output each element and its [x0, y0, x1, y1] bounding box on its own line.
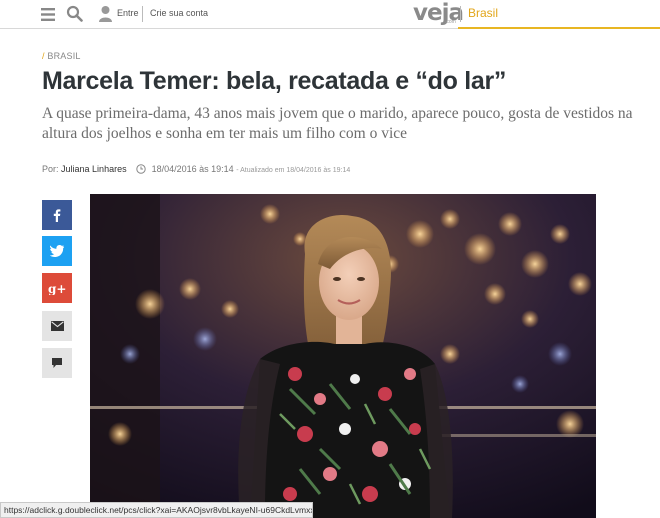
share-email-button[interactable] [42, 311, 72, 341]
publish-date: 18/04/2016 às 19:14 [151, 164, 234, 174]
mail-icon [50, 321, 64, 331]
section-tag-label: BRASIL [47, 51, 81, 61]
section-link-brasil[interactable]: Brasil [468, 6, 498, 20]
comments-button[interactable] [42, 348, 72, 378]
section-tag[interactable]: / BRASIL [42, 51, 81, 61]
photo-illustration [90, 194, 596, 518]
author-name[interactable]: Juliana Linhares [61, 164, 127, 174]
status-bar-url: https://adclick.g.doubleclick.net/pcs/cl… [0, 502, 313, 518]
byline: Por: Juliana Linhares 18/04/2016 às 19:1… [42, 164, 350, 174]
clock-icon [136, 164, 146, 174]
divider [460, 6, 461, 22]
share-google-plus-button[interactable]: g+ [42, 273, 72, 303]
share-facebook-button[interactable] [42, 200, 72, 230]
accent-underline [458, 27, 660, 29]
top-bar: Entre Crie sua conta veja .com Brasil [0, 0, 660, 29]
share-twitter-button[interactable] [42, 236, 72, 266]
signup-link[interactable]: Crie sua conta [150, 8, 208, 18]
updated-date: - Atualizado em 18/04/2016 às 19:14 [236, 167, 351, 174]
comment-icon [52, 358, 62, 368]
menu-icon[interactable] [40, 6, 57, 23]
article-headline: Marcela Temer: bela, recatada e “do lar” [42, 67, 507, 95]
search-icon[interactable] [66, 5, 83, 23]
byline-prefix: Por: [42, 164, 59, 174]
login-link[interactable]: Entre [117, 8, 139, 18]
google-plus-icon: g+ [48, 282, 66, 295]
article-photo [90, 194, 596, 518]
divider [142, 6, 143, 22]
user-icon [99, 6, 112, 22]
logo-suffix: .com [445, 19, 456, 25]
svg-text:g+: g+ [48, 282, 66, 295]
facebook-icon [53, 209, 61, 222]
article-subtitle: A quase primeira-dama, 43 anos mais jove… [42, 105, 633, 142]
twitter-icon [50, 245, 64, 257]
